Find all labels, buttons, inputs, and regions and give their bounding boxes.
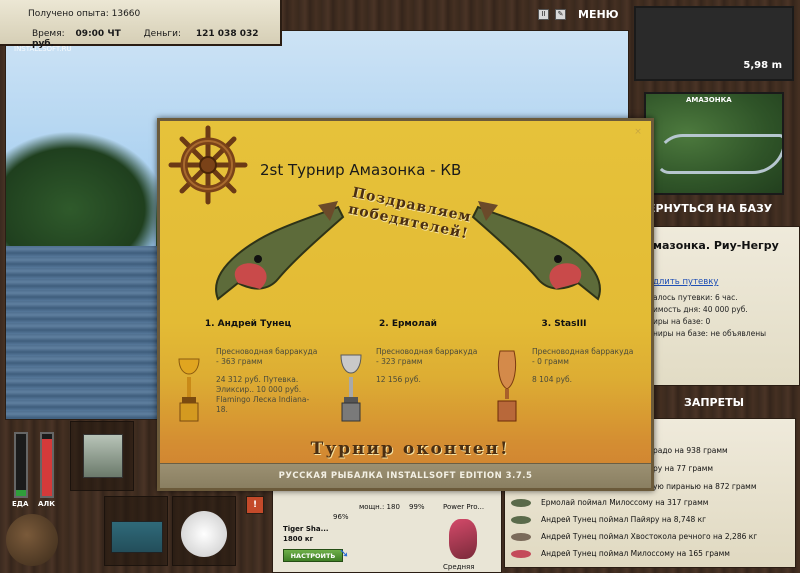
pike-fish-left-icon — [215, 201, 345, 301]
stingray-icon — [511, 533, 531, 541]
settings-icon[interactable]: ✎ — [555, 9, 566, 20]
xp-value: 13660 — [111, 9, 141, 19]
fish-icon — [511, 499, 531, 507]
location-row: иры на базе: 0 — [653, 317, 711, 326]
bans-button[interactable]: ЗАПРЕТЫ — [684, 396, 744, 409]
depth-value: 5,98 m — [743, 60, 782, 71]
log-item: Ермолай поймал Милоссому на 317 грамм — [505, 495, 797, 511]
food-gauge — [14, 432, 28, 498]
rod-weight: 1800 кг — [283, 535, 314, 543]
player-info-panel: Получено опыта: 13660 Время: 09:00 ЧТ Де… — [0, 0, 282, 49]
keepnet-slot[interactable] — [172, 496, 236, 566]
location-panel: мазонка. Риу-Негру длить путевку алось п… — [640, 226, 800, 386]
line-name: Power Pro... — [443, 503, 485, 511]
bait-bucket-icon[interactable] — [6, 514, 58, 566]
location-map[interactable]: АМАЗОНКА — [644, 92, 784, 195]
ship-wheel-icon — [168, 125, 248, 205]
tackle-panel: Tiger Sha... 1800 кг НАСТРОИТЬ 96% мощн.… — [272, 490, 502, 573]
food-label: ЕДА — [12, 500, 29, 508]
alcohol-label: АЛК — [38, 500, 55, 508]
setup-button[interactable]: НАСТРОИТЬ — [283, 549, 343, 562]
winner-name: 3. StasIII — [541, 319, 587, 329]
reel-power: мощн.: 180 — [359, 503, 400, 511]
tournament-title: 2st Турнир Амазонка - КВ — [260, 161, 462, 179]
log-item: Андрей Тунец поймал Пайяру на 8,748 кг — [505, 512, 797, 528]
food-gauge-fill — [16, 489, 26, 496]
log-item: Андрей Тунец поймал Милоссому на 165 гра… — [505, 546, 797, 562]
log-item: Андрей Тунец поймал Хвостокола речного н… — [505, 529, 797, 545]
keepnet-icon — [181, 511, 227, 557]
alcohol-gauge-fill — [42, 438, 52, 496]
tackle-box-icon — [83, 434, 123, 478]
lure-size: Средняя — [443, 563, 475, 571]
location-row: алось путевки: 6 час. — [653, 293, 738, 302]
gold-cup-icon — [178, 358, 200, 422]
depth-panel: 5,98 m — [634, 6, 794, 81]
location-row: имость дня: 40 000 руб. — [653, 305, 748, 314]
location-name: мазонка. Риу-Негру — [653, 239, 779, 252]
map-title: АМАЗОНКА — [686, 96, 732, 104]
winner-name: 2. Ермолай — [379, 319, 437, 329]
arrow-icon[interactable]: ➘ — [339, 547, 351, 559]
tournament-over-banner: Турнир окончен! — [310, 439, 510, 459]
pause-icon[interactable]: II — [538, 9, 549, 20]
close-icon[interactable]: × — [633, 127, 643, 137]
time-value: 09:00 ЧТ — [75, 29, 121, 39]
forest-left — [6, 131, 166, 261]
game-version-footer: РУССКАЯ РЫБАЛКА INSTALLSOFT EDITION 3.7.… — [160, 463, 651, 488]
bronze-cup-icon — [497, 350, 517, 422]
tournament-results-dialog: × 2st Турнир Амазонка - КВ Поздравляем п… — [157, 118, 654, 491]
silver-cup-icon — [340, 354, 362, 422]
lure-icon[interactable] — [449, 519, 477, 559]
alert-button[interactable]: ! — [246, 496, 264, 514]
extend-permit-link[interactable]: длить путевку — [653, 277, 718, 287]
rod-name: Tiger Sha... — [283, 525, 329, 533]
money-label: Деньги: — [143, 29, 181, 39]
location-row: ниры на базе: не объявлены — [653, 329, 767, 338]
reel-condition: 99% — [409, 503, 425, 511]
pike-fish-right-icon — [471, 201, 601, 301]
tackle-box-slot[interactable] — [70, 421, 134, 491]
alcohol-gauge — [40, 432, 54, 498]
xp-label: Получено опыта: — [28, 9, 109, 19]
map-river — [656, 134, 782, 174]
winner-name: 1. Андрей Тунец — [204, 319, 292, 329]
fish-icon — [511, 550, 531, 558]
rod-condition: 96% — [333, 513, 349, 521]
time-label: Время: — [32, 29, 65, 39]
cooler-icon — [111, 521, 163, 553]
fish-icon — [511, 516, 531, 524]
cooler-slot[interactable] — [104, 496, 168, 566]
return-to-base-button[interactable]: ЕРНУТЬСЯ НА БАЗУ — [648, 202, 772, 215]
menu-button[interactable]: МЕНЮ — [578, 8, 619, 21]
